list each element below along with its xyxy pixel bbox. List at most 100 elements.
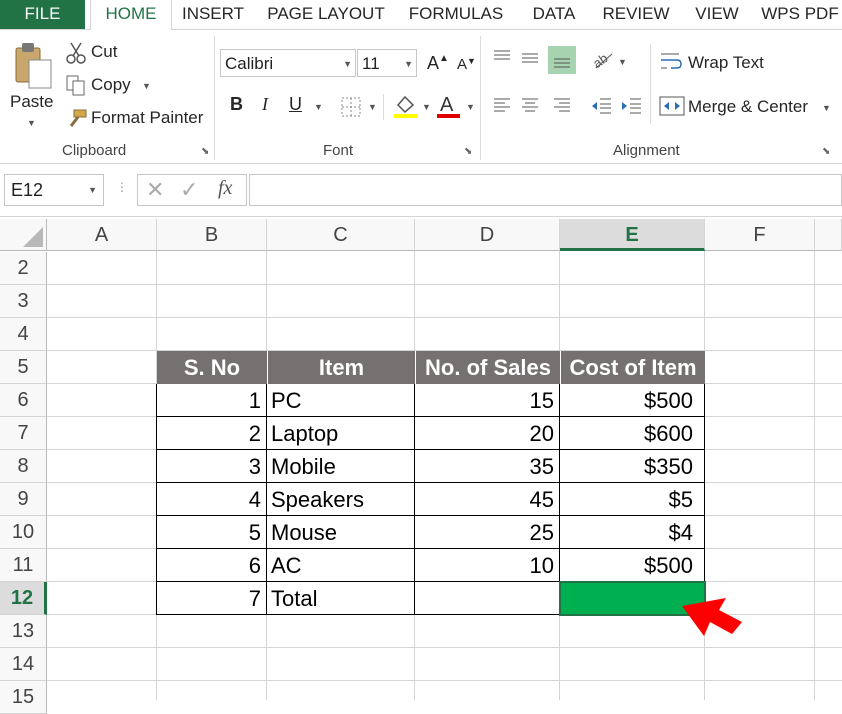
- wrap-text-button[interactable]: Wrap Text: [688, 53, 764, 73]
- decrease-font-size-icon[interactable]: A▼: [457, 56, 476, 73]
- table-cell[interactable]: 6: [157, 549, 267, 582]
- insert-function-icon[interactable]: fx: [218, 177, 232, 200]
- table-cell[interactable]: $600: [560, 417, 705, 450]
- table-cell[interactable]: Mobile: [267, 450, 415, 483]
- fill-color-icon[interactable]: [393, 93, 419, 119]
- tab-review[interactable]: REVIEW: [596, 0, 676, 29]
- row-header[interactable]: 8: [0, 450, 47, 483]
- alignment-launcher-icon[interactable]: ⬊: [822, 146, 830, 157]
- column-header-e[interactable]: E: [560, 219, 705, 251]
- table-header-cell[interactable]: Item: [267, 351, 415, 384]
- row-header[interactable]: 2: [0, 252, 47, 285]
- paste-icon[interactable]: [12, 40, 54, 90]
- align-right-icon[interactable]: [552, 96, 572, 116]
- row-header[interactable]: 6: [0, 384, 47, 417]
- row-header[interactable]: 13: [0, 615, 47, 648]
- table-cell[interactable]: Mouse: [267, 516, 415, 549]
- clipboard-launcher-icon[interactable]: ⬊: [201, 146, 209, 157]
- select-all-corner[interactable]: [0, 219, 47, 251]
- merge-center-button[interactable]: Merge & Center: [688, 97, 808, 117]
- table-cell[interactable]: 10: [415, 549, 560, 582]
- fill-color-dropdown-icon[interactable]: ▼: [422, 102, 431, 112]
- row-header[interactable]: 9: [0, 483, 47, 516]
- format-painter-button[interactable]: Format Painter: [91, 108, 203, 128]
- table-cell[interactable]: $4: [560, 516, 705, 549]
- row-header[interactable]: 4: [0, 318, 47, 351]
- tab-insert[interactable]: INSERT: [176, 0, 250, 29]
- font-launcher-icon[interactable]: ⬊: [464, 146, 472, 157]
- underline-button[interactable]: U: [289, 94, 302, 115]
- copy-dropdown-icon[interactable]: ▼: [142, 81, 151, 91]
- row-header[interactable]: 7: [0, 417, 47, 450]
- table-cell[interactable]: $350: [560, 450, 705, 483]
- enter-check-icon[interactable]: ✓: [180, 177, 198, 203]
- format-painter-icon[interactable]: [66, 108, 88, 130]
- bold-button[interactable]: B: [230, 94, 243, 115]
- tab-wps-pdf[interactable]: WPS PDF: [758, 0, 842, 29]
- table-cell[interactable]: $5: [560, 483, 705, 516]
- table-cell[interactable]: [415, 582, 560, 615]
- orientation-icon[interactable]: ab: [590, 48, 616, 71]
- table-header-cell[interactable]: Cost of Item: [560, 351, 705, 384]
- table-cell[interactable]: 1: [157, 384, 267, 417]
- column-header-g[interactable]: [815, 219, 842, 251]
- table-cell[interactable]: PC: [267, 384, 415, 417]
- tab-page-layout[interactable]: PAGE LAYOUT: [260, 0, 392, 29]
- table-cell[interactable]: 20: [415, 417, 560, 450]
- table-cell[interactable]: 7: [157, 582, 267, 615]
- orientation-dropdown-icon[interactable]: ▼: [618, 57, 627, 67]
- align-center-icon[interactable]: [520, 96, 540, 116]
- row-header[interactable]: 14: [0, 648, 47, 681]
- decrease-indent-icon[interactable]: [590, 96, 612, 116]
- table-cell[interactable]: 5: [157, 516, 267, 549]
- borders-icon[interactable]: [340, 96, 362, 118]
- name-box[interactable]: E12 ▼: [4, 174, 104, 206]
- align-top-icon[interactable]: [492, 48, 512, 68]
- tab-formulas[interactable]: FORMULAS: [400, 0, 512, 29]
- formula-input[interactable]: [249, 174, 842, 206]
- table-cell[interactable]: 45: [415, 483, 560, 516]
- table-cell[interactable]: 2: [157, 417, 267, 450]
- cancel-icon[interactable]: ✕: [146, 177, 164, 203]
- italic-button[interactable]: I: [262, 94, 268, 115]
- cut-button[interactable]: Cut: [91, 42, 117, 62]
- table-cell[interactable]: Laptop: [267, 417, 415, 450]
- row-header-selected[interactable]: 12: [0, 582, 47, 615]
- paste-dropdown-icon[interactable]: ▼: [27, 118, 36, 128]
- table-cell[interactable]: 25: [415, 516, 560, 549]
- column-header-b[interactable]: B: [157, 219, 267, 251]
- table-cell[interactable]: $500: [560, 384, 705, 417]
- font-color-icon[interactable]: A: [436, 92, 462, 120]
- align-bottom-icon[interactable]: [548, 46, 576, 74]
- increase-indent-icon[interactable]: [620, 96, 642, 116]
- row-header[interactable]: 3: [0, 285, 47, 318]
- align-left-icon[interactable]: [492, 96, 512, 116]
- increase-font-size-icon[interactable]: A▲: [427, 53, 449, 74]
- table-header-cell[interactable]: No. of Sales: [415, 351, 560, 384]
- table-cell[interactable]: Speakers: [267, 483, 415, 516]
- font-name-combo[interactable]: Calibri ▼: [220, 49, 356, 77]
- tab-home[interactable]: HOME: [90, 0, 172, 31]
- borders-dropdown-icon[interactable]: ▼: [368, 102, 377, 112]
- row-header[interactable]: 10: [0, 516, 47, 549]
- column-header-a[interactable]: A: [47, 219, 157, 251]
- column-header-f[interactable]: F: [705, 219, 815, 251]
- table-cell[interactable]: Total: [267, 582, 415, 615]
- tab-file[interactable]: FILE: [0, 0, 85, 29]
- table-cell[interactable]: 3: [157, 450, 267, 483]
- paste-button[interactable]: Paste: [10, 92, 53, 112]
- merge-center-icon[interactable]: [659, 94, 685, 118]
- row-header[interactable]: 15: [0, 681, 47, 714]
- column-header-c[interactable]: C: [267, 219, 415, 251]
- align-middle-icon[interactable]: [520, 48, 540, 68]
- table-cell[interactable]: 4: [157, 483, 267, 516]
- font-color-dropdown-icon[interactable]: ▼: [466, 102, 475, 112]
- table-cell[interactable]: AC: [267, 549, 415, 582]
- table-cell[interactable]: 35: [415, 450, 560, 483]
- table-header-cell[interactable]: S. No: [157, 351, 267, 384]
- font-size-combo[interactable]: 11 ▼: [357, 49, 417, 77]
- scissors-icon[interactable]: [66, 42, 86, 64]
- row-header[interactable]: 5: [0, 351, 47, 384]
- row-header[interactable]: 11: [0, 549, 47, 582]
- tab-data[interactable]: DATA: [524, 0, 584, 29]
